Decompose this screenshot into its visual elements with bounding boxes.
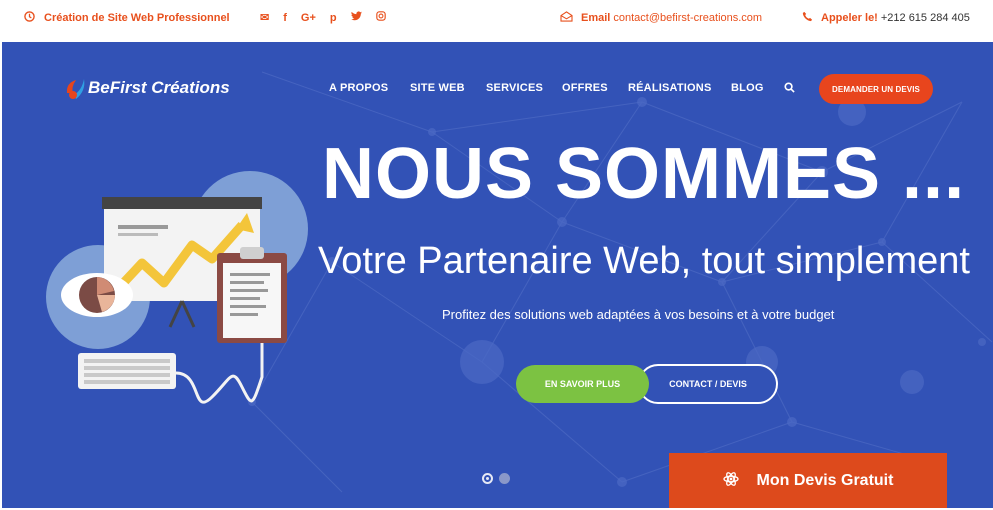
nav-item-blog[interactable]: BLOG [731,82,764,94]
free-quote-button[interactable]: Mon Devis Gratuit [669,453,947,508]
hero-banner: BeFirst Créations A PROPOS SITE WEB SERV… [2,42,993,508]
facebook-icon[interactable]: f [283,12,287,24]
social-links: ✉ f G+ p [260,0,386,35]
slider-dots [482,473,510,484]
envelope-open-icon [560,10,573,25]
top-phone: Appeler le! +212 615 284 405 [802,0,970,35]
hero-subheadline: Votre Partenaire Web, tout simplement [318,240,970,282]
google-plus-icon[interactable]: G+ [301,12,316,24]
pinterest-icon[interactable]: p [330,12,337,24]
slider-dot-2[interactable] [499,473,510,484]
learn-more-button[interactable]: EN SAVOIR PLUS [516,365,649,403]
analytics-illustration [46,171,308,404]
top-bar: Création de Site Web Professionnel ✉ f G… [0,0,993,40]
nav-item-offres[interactable]: OFFRES [562,82,608,94]
clock-icon [24,10,35,25]
phone-label: Appeler le! [821,11,878,24]
brand-logo-text: BeFirst Créations [88,78,230,97]
phone-link[interactable]: +212 615 284 405 [881,12,970,24]
hero-headline: NOUS SOMMES ... [322,134,966,214]
atom-icon [722,471,739,490]
free-quote-label: Mon Devis Gratuit [756,471,894,489]
envelope-icon[interactable]: ✉ [260,11,269,24]
top-email: Email contact@befirst-creations.com [560,0,762,35]
contact-devis-button[interactable]: CONTACT / DEVIS [638,364,778,404]
instagram-icon[interactable] [375,11,386,24]
search-icon[interactable] [784,80,795,98]
brand-logo-icon [66,79,85,99]
twitter-icon[interactable] [350,11,362,24]
slider-dot-1[interactable] [482,473,493,484]
nav-item-services[interactable]: SERVICES [486,82,543,94]
site-tagline-text: Création de Site Web Professionnel [44,11,230,24]
phone-icon [802,11,813,25]
nav-item-a-propos[interactable]: A PROPOS [329,82,388,94]
brand-logo[interactable]: BeFirst Créations [64,75,230,101]
hero-tagline: Profitez des solutions web adaptées à vo… [442,307,835,322]
email-label: Email [581,11,611,24]
email-link[interactable]: contact@befirst-creations.com [613,12,762,24]
nav-item-site-web[interactable]: SITE WEB [410,82,465,94]
site-tagline: Création de Site Web Professionnel [24,0,230,35]
nav-item-realisations[interactable]: RÉALISATIONS [628,82,711,94]
request-quote-button[interactable]: DEMANDER UN DEVIS [819,74,933,104]
